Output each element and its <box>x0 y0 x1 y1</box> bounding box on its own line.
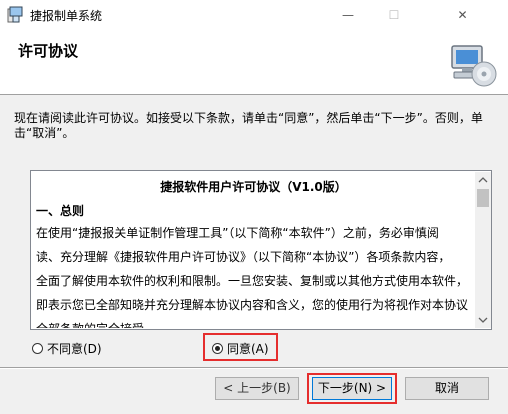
agree-label: 同意(A) <box>227 341 269 356</box>
instruction-text: 现在请阅读此许可协议。如接受以下条款，请单击“同意”，然后单击“下一步”。否则，… <box>14 111 483 140</box>
license-line: 读、充分理解《捷报软件用户许可协议》（以下简称“本协议”）各项条款内容， <box>36 250 451 264</box>
license-content: 捷报软件用户许可协议（V1.0版） 一、总则 在使用“捷报报关单证制作管理工具”… <box>32 172 475 328</box>
license-scrollbar[interactable] <box>475 172 491 328</box>
license-line: 全面了解使用本软件的权利和限制。一旦您安装、复制或以其他方式使用本软件， <box>36 274 469 288</box>
license-line: 在使用“捷报报关单证制作管理工具”（以下简称“本软件”）之前，务必审慎阅 <box>36 226 439 240</box>
license-section-heading: 一、总则 <box>36 204 85 218</box>
back-button[interactable]: < 上一步(B) <box>215 377 299 400</box>
agree-radio[interactable]: 同意(A) <box>212 339 269 357</box>
close-button[interactable]: ✕ <box>417 0 508 30</box>
radio-checked-icon[interactable] <box>212 342 223 354</box>
footer-divider <box>0 367 508 369</box>
license-line: 即表示您已全部知晓并充分理解本协议内容和含义，您的使用行为将视作对本协议 <box>36 298 469 312</box>
maximize-button[interactable]: ☐ <box>371 0 417 30</box>
title-bar: 捷报制单系统 — ☐ ✕ <box>0 0 508 30</box>
minimize-button[interactable]: — <box>325 0 371 30</box>
scroll-down-arrow-icon[interactable] <box>475 312 491 328</box>
disagree-radio[interactable]: 不同意(D) <box>32 339 102 357</box>
license-text-area[interactable]: 捷报软件用户许可协议（V1.0版） 一、总则 在使用“捷报报关单证制作管理工具”… <box>30 170 492 330</box>
computer-cd-icon <box>451 45 497 87</box>
scroll-thumb[interactable] <box>477 189 489 207</box>
wizard-header: 许可协议 <box>0 30 508 95</box>
next-button[interactable]: 下一步(N) > <box>312 377 392 400</box>
scroll-up-arrow-icon[interactable] <box>475 172 491 188</box>
disagree-label: 不同意(D) <box>47 341 102 356</box>
cancel-button[interactable]: 取消 <box>405 377 489 400</box>
radio-unchecked-icon[interactable] <box>32 342 43 354</box>
page-title: 许可协议 <box>18 42 79 60</box>
license-line: 全部条款的完全接受。 <box>36 320 156 328</box>
installer-app-icon <box>7 6 23 23</box>
window-title: 捷报制单系统 <box>30 9 103 23</box>
license-title: 捷报软件用户许可协议（V1.0版） <box>160 180 347 194</box>
